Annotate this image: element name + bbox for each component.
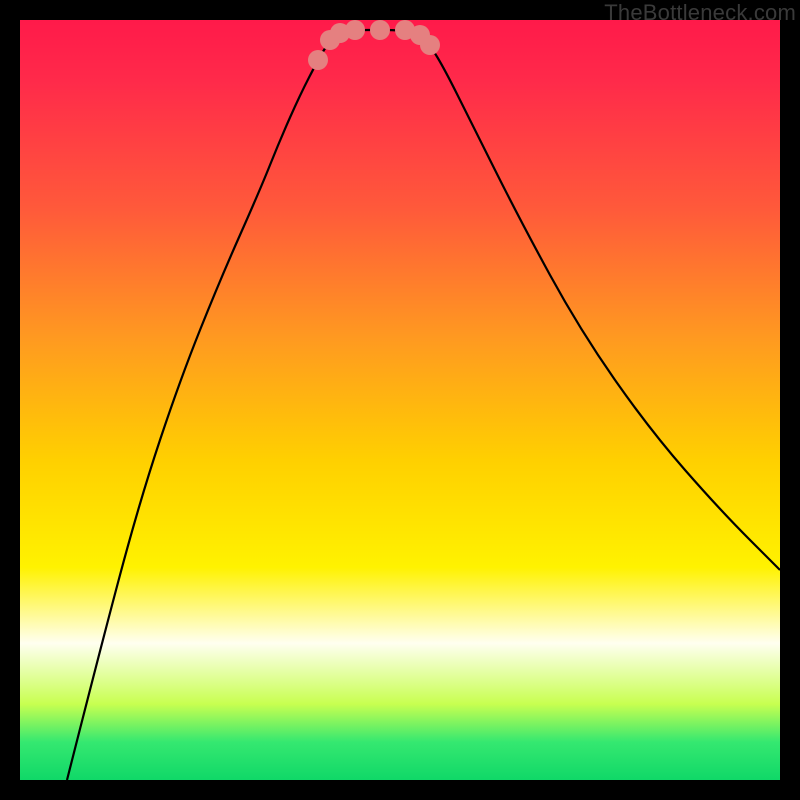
chart-svg [20, 20, 780, 780]
marker-group [308, 20, 440, 70]
marker-dot [420, 35, 440, 55]
right-curve [380, 30, 780, 570]
chart-frame [20, 20, 780, 780]
watermark-text: TheBottleneck.com [604, 0, 796, 26]
marker-dot [345, 20, 365, 40]
left-curve [67, 30, 380, 780]
marker-dot [308, 50, 328, 70]
marker-dot [370, 20, 390, 40]
